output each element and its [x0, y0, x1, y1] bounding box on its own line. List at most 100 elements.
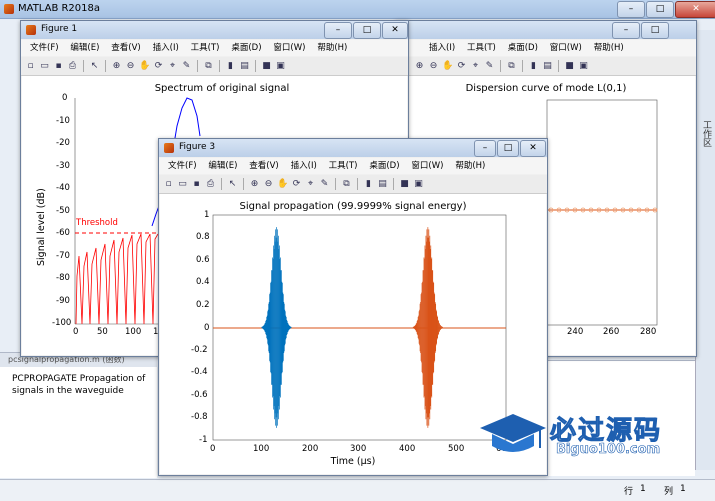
- hide-tools-icon[interactable]: ■: [261, 61, 272, 72]
- pan-icon[interactable]: ✋: [277, 179, 288, 190]
- link-icon[interactable]: ⧉: [341, 179, 352, 190]
- signal-burst-2: [412, 227, 443, 428]
- figure3-title: Figure 3: [179, 142, 216, 152]
- print-icon[interactable]: ⎙: [205, 179, 216, 190]
- new-figure-icon[interactable]: ▫: [25, 61, 36, 72]
- zoom-out-icon[interactable]: ⊖: [263, 179, 274, 190]
- fig1-ytick: -50: [56, 206, 70, 216]
- figure1-minimize-button[interactable]: –: [324, 22, 352, 39]
- minimize-button[interactable]: –: [617, 1, 645, 18]
- show-tools-icon[interactable]: ▣: [578, 61, 589, 72]
- close-button[interactable]: ✕: [675, 1, 715, 18]
- fig3-ytick: 0.8: [196, 232, 210, 242]
- brush-icon[interactable]: ✎: [319, 179, 330, 190]
- brush-icon[interactable]: ✎: [484, 61, 495, 72]
- pan-icon[interactable]: ✋: [442, 61, 453, 72]
- data-cursor-icon[interactable]: ⌖: [470, 61, 481, 72]
- workspace-tab[interactable]: 工作区: [699, 120, 713, 147]
- rotate-icon[interactable]: ⟳: [153, 61, 164, 72]
- select-arrow-icon[interactable]: ↖: [227, 179, 238, 190]
- fig1-ytick: -100: [52, 318, 72, 328]
- figure1-menu-desktop[interactable]: 桌面(D): [231, 40, 261, 56]
- figure2-menubar: 插入(I) 工具(T) 桌面(D) 窗口(W) 帮助(H): [396, 40, 696, 56]
- signal-burst-1: [261, 227, 292, 428]
- figure3-menu-insert[interactable]: 插入(I): [291, 158, 317, 174]
- figure3-menu-window[interactable]: 窗口(W): [411, 158, 443, 174]
- colorbar-icon[interactable]: ▮: [363, 179, 374, 190]
- zoom-in-icon[interactable]: ⊕: [249, 179, 260, 190]
- figure1-toolbar: ▫ ▭ ▪ ⎙ ↖ ⊕ ⊖ ✋ ⟳ ⌖ ✎ ⧉ ▮ ▤ ■ ▣: [21, 57, 408, 76]
- figure3-close-button[interactable]: ✕: [520, 140, 546, 157]
- show-tools-icon[interactable]: ▣: [275, 61, 286, 72]
- legend-icon[interactable]: ▤: [239, 61, 250, 72]
- figure3-maximize-button[interactable]: □: [497, 140, 519, 157]
- select-arrow-icon[interactable]: ↖: [89, 61, 100, 72]
- link-icon[interactable]: ⧉: [506, 61, 517, 72]
- row-value: 1: [640, 484, 646, 494]
- figure3-titlebar: Figure 3 – □ ✕: [159, 139, 547, 157]
- figure2-menu-help[interactable]: 帮助(H): [594, 40, 624, 56]
- fig1-xtick: 50: [97, 327, 108, 337]
- hide-tools-icon[interactable]: ■: [399, 179, 410, 190]
- spectrum-low-curve: [75, 233, 159, 325]
- fig3-ytick: 0: [204, 323, 210, 333]
- link-icon[interactable]: ⧉: [203, 61, 214, 72]
- figure1-menu-edit[interactable]: 编辑(E): [70, 40, 99, 56]
- fig1-xtick: 0: [73, 327, 79, 337]
- show-tools-icon[interactable]: ▣: [413, 179, 424, 190]
- open-icon[interactable]: ▭: [39, 61, 50, 72]
- help-panel-text: PCPROPAGATE Propagation of signals in th…: [12, 374, 146, 396]
- fig3-ytick: -0.6: [191, 390, 208, 400]
- fig3-xtick: 400: [399, 444, 416, 454]
- figure2-minimize-button[interactable]: –: [612, 22, 640, 39]
- figure2-menu-insert[interactable]: 插入(I): [429, 40, 455, 56]
- figure3-menu-file[interactable]: 文件(F): [168, 158, 197, 174]
- open-icon[interactable]: ▭: [177, 179, 188, 190]
- figure1-title: Figure 1: [41, 24, 78, 34]
- fig1-ytick: -70: [56, 251, 70, 261]
- legend-icon[interactable]: ▤: [377, 179, 388, 190]
- zoom-in-icon[interactable]: ⊕: [111, 61, 122, 72]
- brush-icon[interactable]: ✎: [181, 61, 192, 72]
- fig3-xtick: 100: [253, 444, 270, 454]
- colorbar-icon[interactable]: ▮: [225, 61, 236, 72]
- zoom-out-icon[interactable]: ⊖: [125, 61, 136, 72]
- figure1-close-button[interactable]: ✕: [382, 22, 408, 39]
- fig2-xtick-280: 280: [640, 327, 657, 337]
- fig3-ytick: -0.8: [191, 412, 208, 422]
- figure1-maximize-button[interactable]: □: [353, 22, 381, 39]
- save-icon[interactable]: ▪: [191, 179, 202, 190]
- save-icon[interactable]: ▪: [53, 61, 64, 72]
- data-cursor-icon[interactable]: ⌖: [305, 179, 316, 190]
- colorbar-icon[interactable]: ▮: [528, 61, 539, 72]
- print-icon[interactable]: ⎙: [67, 61, 78, 72]
- figure2-toolbar: ⊕ ⊖ ✋ ⟳ ⌖ ✎ ⧉ ▮ ▤ ■ ▣: [396, 57, 696, 76]
- maximize-button[interactable]: □: [646, 1, 674, 18]
- figure2-menu-tools[interactable]: 工具(T): [467, 40, 496, 56]
- figure1-menu-tools[interactable]: 工具(T): [191, 40, 220, 56]
- figure1-menu-insert[interactable]: 插入(I): [153, 40, 179, 56]
- rotate-icon[interactable]: ⟳: [291, 179, 302, 190]
- rotate-icon[interactable]: ⟳: [456, 61, 467, 72]
- figure2-menu-desktop[interactable]: 桌面(D): [508, 40, 538, 56]
- figure3-menu-view[interactable]: 查看(V): [249, 158, 278, 174]
- pan-icon[interactable]: ✋: [139, 61, 150, 72]
- figure3-menu-tools[interactable]: 工具(T): [329, 158, 358, 174]
- figure1-menu-file[interactable]: 文件(F): [30, 40, 59, 56]
- figure2-menu-window[interactable]: 窗口(W): [550, 40, 582, 56]
- figure1-menu-window[interactable]: 窗口(W): [273, 40, 305, 56]
- figure3-menu-desktop[interactable]: 桌面(D): [369, 158, 399, 174]
- figure3-menu-edit[interactable]: 编辑(E): [208, 158, 237, 174]
- figure1-menu-view[interactable]: 查看(V): [111, 40, 140, 56]
- figure1-menu-help[interactable]: 帮助(H): [317, 40, 347, 56]
- data-cursor-icon[interactable]: ⌖: [167, 61, 178, 72]
- figure2-maximize-button[interactable]: □: [641, 22, 669, 39]
- new-figure-icon[interactable]: ▫: [163, 179, 174, 190]
- hide-tools-icon[interactable]: ■: [564, 61, 575, 72]
- legend-icon[interactable]: ▤: [542, 61, 553, 72]
- matlab-logo-icon: [4, 4, 14, 14]
- zoom-out-icon[interactable]: ⊖: [428, 61, 439, 72]
- zoom-in-icon[interactable]: ⊕: [414, 61, 425, 72]
- figure3-menu-help[interactable]: 帮助(H): [455, 158, 485, 174]
- figure3-minimize-button[interactable]: –: [474, 140, 496, 157]
